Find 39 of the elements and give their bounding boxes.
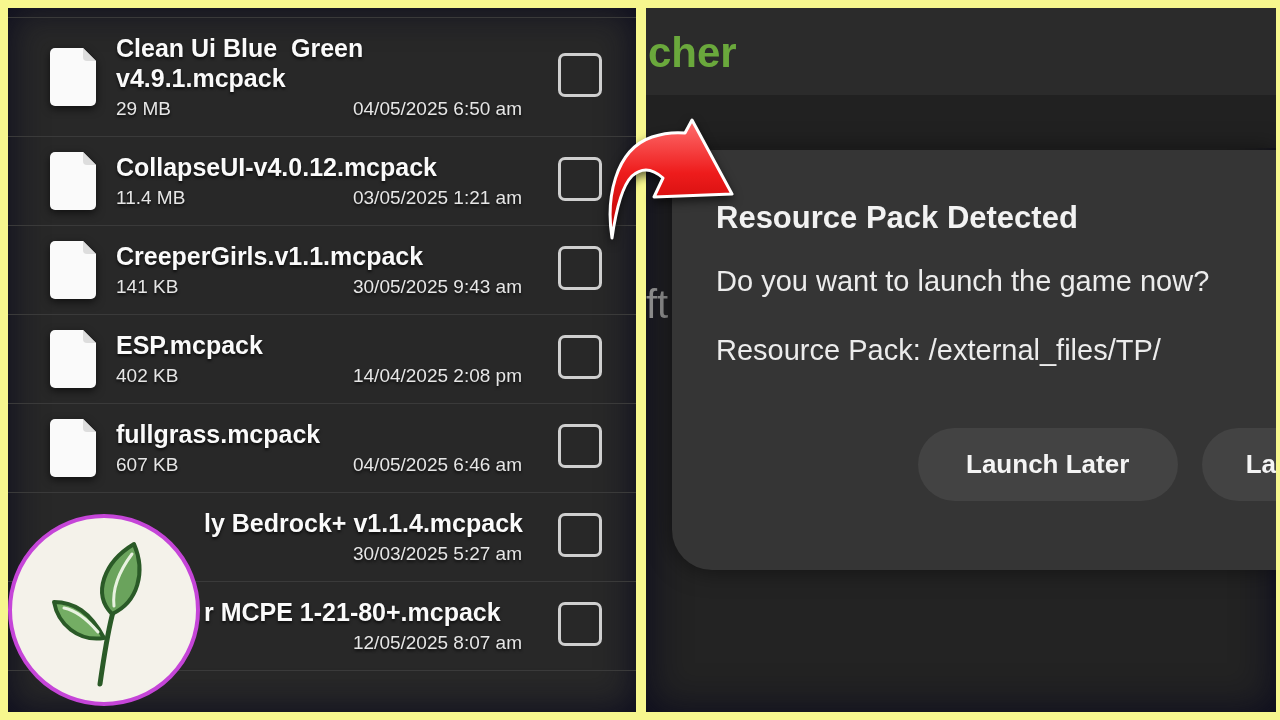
file-icon [50,241,96,299]
file-size: 29 MB [116,97,171,121]
checkbox[interactable] [558,335,602,379]
file-icon [50,152,96,210]
file-name: ESP.mcpack [116,330,263,360]
dialog-detail: Resource Pack: /external_files/TP/ [716,333,1161,368]
sprout-logo-icon [8,514,200,706]
file-date: 14/04/2025 2:08 pm [352,364,522,388]
checkbox[interactable] [558,157,602,201]
app-title: cher [648,28,737,78]
checkbox[interactable] [558,246,602,290]
file-icon [50,419,96,477]
file-name: fullgrass.mcpack [116,419,321,449]
file-date: 04/05/2025 6:46 am [352,453,522,477]
dialog-message: Do you want to launch the game now? [716,264,1210,299]
file-name: Clean Ui Blue Green v4.9.1.mcpack [116,33,365,93]
file-icon [50,330,96,388]
dialog-button[interactable]: Launch Later [917,428,1178,501]
checkbox[interactable] [558,602,602,646]
checkbox[interactable] [558,424,602,468]
file-date: 12/05/2025 8:07 am [352,631,522,655]
background-text: ft [646,282,669,326]
file-date: 04/05/2025 6:50 am [352,97,522,121]
checkbox[interactable] [558,513,602,557]
file-size: 607 KB [116,453,179,477]
file-date: 30/05/2025 9:43 am [352,275,522,299]
file-name: r MCPE 1-21-80+.mcpack [204,597,501,627]
dialog-button[interactable]: La [1201,428,1276,501]
file-icon [50,48,96,106]
dialog-title: Resource Pack Detected [716,199,1078,237]
file-name: CreeperGirls.v1.1.mcpack [116,241,424,271]
file-date: 30/03/2025 5:27 am [352,542,522,566]
file-name: ly Bedrock+ v1.1.4.mcpack [204,508,523,538]
file-size: 141 KB [116,275,179,299]
file-size: 11.4 MB [116,186,186,210]
checkbox[interactable] [558,53,602,97]
file-name: CollapseUI-v4.0.12.mcpack [116,152,437,182]
file-size: 402 KB [116,364,179,388]
file-date: 03/05/2025 1:21 am [352,186,522,210]
